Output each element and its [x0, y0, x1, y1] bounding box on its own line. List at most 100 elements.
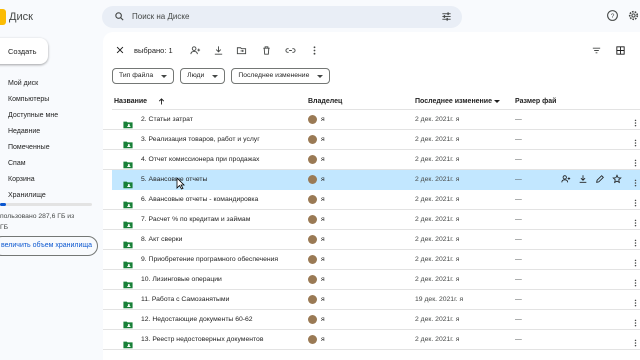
owner-avatar — [308, 135, 317, 144]
drive-logo[interactable]: Диск — [0, 9, 33, 25]
file-name[interactable]: 5. Авансовые отчеты — [141, 176, 207, 183]
rename-pencil-icon[interactable] — [595, 174, 605, 184]
storage-usage-bar — [0, 203, 92, 206]
create-button-label: Создать — [8, 46, 37, 56]
file-name[interactable]: 10. Лизинговые операции — [141, 276, 222, 283]
owner-avatar — [308, 195, 317, 204]
table-row[interactable]: 2. Статьи затрат я 2 дек. 2021г. я — — [103, 110, 640, 130]
file-name[interactable]: 7. Расчет % по кредитам и займам — [141, 216, 250, 223]
sort-arrow-up-icon[interactable] — [157, 97, 166, 106]
search-options-icon[interactable] — [441, 11, 452, 22]
chevron-down-icon — [212, 74, 219, 78]
download-icon[interactable] — [213, 45, 224, 56]
owner-avatar — [308, 335, 317, 344]
search-input[interactable]: Поиск на Диске — [132, 12, 189, 21]
search-bar[interactable]: Поиск на Диске — [102, 6, 462, 28]
filter-sort-icon[interactable] — [591, 45, 602, 56]
file-name[interactable]: 9. Приобретение програмного обеспечения — [141, 256, 278, 263]
table-row[interactable]: 3. Реализация товаров, работ и услуг я 2 д… — [103, 130, 640, 150]
sidebar-item-starred[interactable]: Помеченные — [0, 140, 102, 156]
filter-file-type-label: Тип файла — [119, 72, 154, 79]
copy-link-icon[interactable] — [285, 45, 296, 56]
owner-name: я — [321, 236, 325, 243]
sidebar-item-shared-with-me[interactable]: Доступные мне — [0, 108, 102, 124]
trash-icon[interactable] — [261, 45, 272, 56]
file-size: — — [515, 236, 522, 243]
selection-count: выбрано: 1 — [134, 46, 173, 55]
grid-view-icon[interactable] — [615, 45, 626, 56]
filter-modified[interactable]: Последнее изменение — [231, 68, 331, 84]
owner-avatar — [308, 175, 317, 184]
file-size: — — [515, 176, 522, 183]
filter-file-type[interactable]: Тип файла — [112, 68, 175, 84]
filter-people[interactable]: Люди — [180, 68, 226, 84]
move-to-folder-icon[interactable] — [236, 45, 247, 56]
sidebar-item-trash[interactable]: Корзина — [0, 172, 102, 188]
modified-date: 2 дек. 2021г. я — [415, 176, 460, 183]
file-name[interactable]: 4. Отчет комиссионера при продажах — [141, 156, 259, 163]
settings-gear-icon[interactable] — [627, 9, 640, 22]
table-row[interactable]: 6. Авансовые отчеты - командировка я 2 дек… — [103, 190, 640, 210]
more-options-icon[interactable] — [631, 335, 640, 353]
owner-name: я — [321, 156, 325, 163]
table-row-selected[interactable]: 5. Авансовые отчеты я 2 дек. 2021г. я — — [112, 170, 640, 190]
share-person-add-icon[interactable] — [190, 45, 201, 56]
download-icon[interactable] — [578, 174, 588, 184]
table-row[interactable]: 13. Реестр недостоверных документов я 2 де… — [103, 330, 640, 350]
column-header-size[interactable]: Размер фай — [515, 98, 556, 105]
mouse-cursor-icon — [176, 177, 185, 190]
chevron-down-icon — [161, 74, 168, 78]
owner-name: я — [321, 136, 325, 143]
sidebar-item-recent[interactable]: Недавние — [0, 124, 102, 140]
get-more-storage-button[interactable]: величить объем хранилища — [0, 236, 98, 256]
file-name[interactable]: 8. Акт сверки — [141, 236, 182, 243]
modified-date: 2 дек. 2021г. я — [415, 316, 460, 323]
sidebar-item-my-drive[interactable]: Мой диск — [0, 76, 102, 92]
owner-avatar — [308, 255, 317, 264]
owner-avatar — [308, 315, 317, 324]
drive-logo-icon — [0, 9, 6, 25]
selection-toolbar: выбрано: 1 — [109, 40, 634, 60]
sidebar-item-storage[interactable]: Хранилище — [0, 188, 102, 204]
file-name[interactable]: 2. Статьи затрат — [141, 116, 193, 123]
file-size: — — [515, 216, 522, 223]
modified-date: 2 дек. 2021г. я — [415, 136, 460, 143]
modified-date: 2 дек. 2021г. я — [415, 156, 460, 163]
modified-date: 2 дек. 2021г. я — [415, 216, 460, 223]
owner-avatar — [308, 275, 317, 284]
file-size: — — [515, 316, 522, 323]
table-row[interactable]: 10. Лизинговые операции я 2 дек. 2021г. я — — [103, 270, 640, 290]
filter-chips: Тип файла Люди Последнее изменение — [112, 68, 331, 84]
owner-name: я — [321, 276, 325, 283]
column-header-modified[interactable]: Последнее изменение — [415, 98, 492, 105]
table-row[interactable]: 7. Расчет % по кредитам и займам я 2 дек. … — [103, 210, 640, 230]
table-row[interactable]: 11. Работа с Самозанятыми я 19 дек. 2021г.… — [103, 290, 640, 310]
table-row[interactable]: 4. Отчет комиссионера при продажах я 2 дек… — [103, 150, 640, 170]
owner-avatar — [308, 215, 317, 224]
owner-name: я — [321, 256, 325, 263]
sidebar-item-computers[interactable]: Компьютеры — [0, 92, 102, 108]
owner-name: я — [321, 296, 325, 303]
sidebar-item-spam[interactable]: Спам — [0, 156, 102, 172]
file-name[interactable]: 3. Реализация товаров, работ и услуг — [141, 136, 260, 143]
table-row[interactable]: 8. Акт сверки я 2 дек. 2021г. я — — [103, 230, 640, 250]
file-name[interactable]: 12. Недостающие документы 60-62 — [141, 316, 253, 323]
sidebar: Мой диск Компьютеры Доступные мне Недавн… — [0, 76, 102, 204]
modified-date: 2 дек. 2021г. я — [415, 256, 460, 263]
star-icon[interactable] — [612, 174, 622, 184]
table-row[interactable]: 9. Приобретение програмного обеспечения я… — [103, 250, 640, 270]
help-icon[interactable]: ? — [606, 9, 619, 22]
file-name[interactable]: 13. Реестр недостоверных документов — [141, 336, 263, 343]
column-header-name[interactable]: Название — [114, 98, 147, 105]
file-name[interactable]: 11. Работа с Самозанятыми — [141, 296, 229, 303]
share-person-add-icon[interactable] — [561, 174, 571, 184]
create-button[interactable]: Создать — [0, 38, 48, 64]
search-icon[interactable] — [114, 11, 125, 22]
table-row[interactable]: 12. Недостающие документы 60-62 я 2 дек. 2… — [103, 310, 640, 330]
column-header-owner[interactable]: Владелец — [308, 98, 342, 105]
more-actions-icon[interactable] — [309, 45, 320, 56]
file-size: — — [515, 256, 522, 263]
owner-name: я — [321, 196, 325, 203]
file-name[interactable]: 6. Авансовые отчеты - командировка — [141, 196, 258, 203]
close-icon[interactable] — [115, 45, 125, 55]
